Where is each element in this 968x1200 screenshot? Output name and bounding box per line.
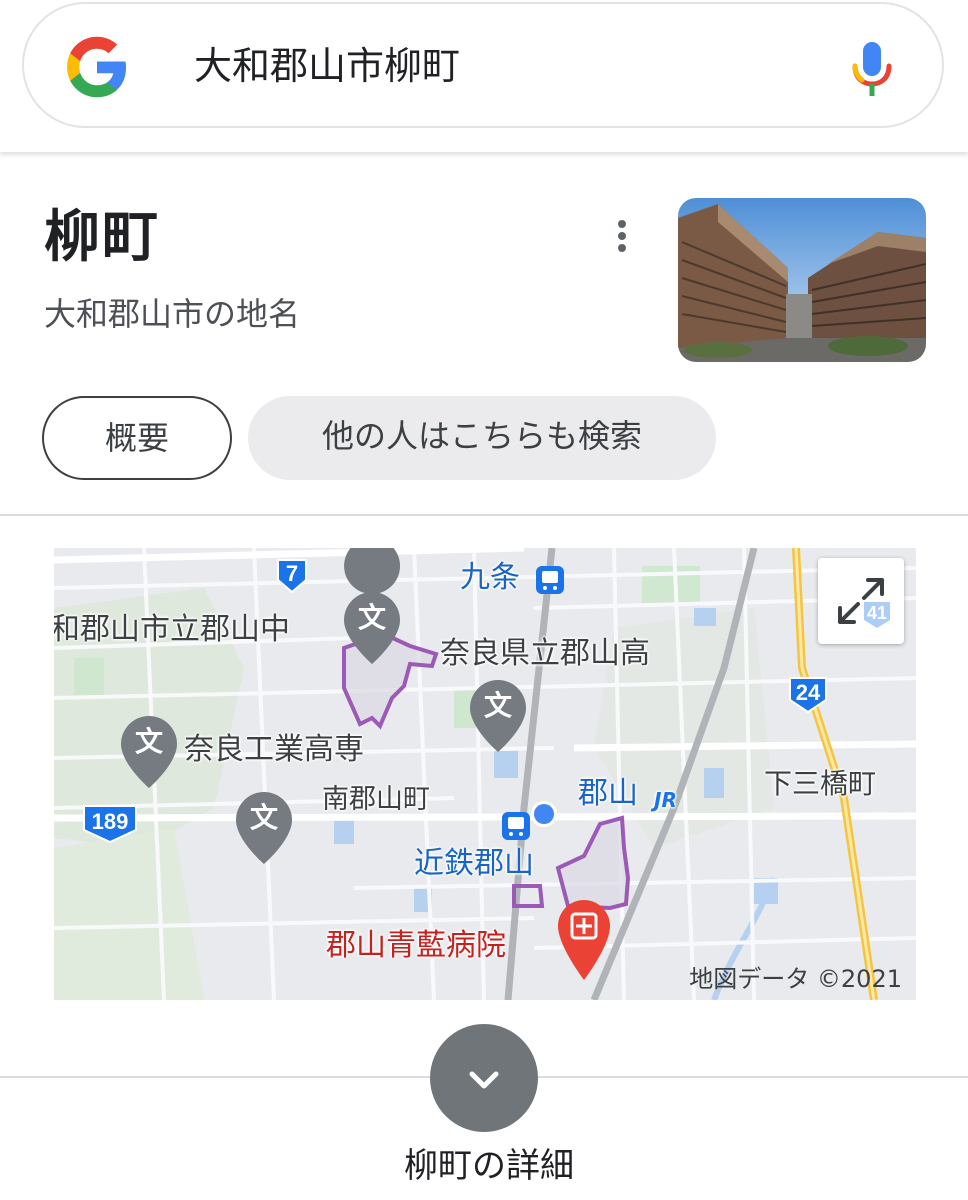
map-label-kintetsu-koriyama[interactable]: 近鉄郡山: [414, 846, 534, 882]
map-view[interactable]: 文 文 文 文 7 24 189 九条 和郡山市立郡山中 奈良県立郡山高 奈良工…: [54, 548, 916, 1000]
section-divider: [0, 514, 968, 516]
microphone-icon[interactable]: [850, 40, 894, 98]
school-pin-icon[interactable]: 文: [135, 724, 163, 760]
route-shield-7: 7: [276, 558, 308, 594]
route-shield-24: 24: [788, 676, 828, 714]
chip-overview[interactable]: 概要: [42, 396, 232, 480]
school-pin-icon[interactable]: 文: [358, 600, 386, 636]
entity-subtitle: 大和郡山市の地名: [44, 295, 301, 333]
route-shield-189: 189: [82, 804, 138, 844]
jr-station-icon[interactable]: JR: [654, 782, 677, 818]
chip-people-also-search[interactable]: 他の人はこちらも検索: [248, 396, 716, 480]
route-shield-41: 41: [862, 600, 892, 630]
map-label-kujo-station[interactable]: 九条: [460, 560, 520, 596]
expand-details-button[interactable]: [430, 1024, 538, 1132]
details-label[interactable]: 柳町の詳細: [0, 1144, 968, 1188]
school-pin-icon[interactable]: 文: [484, 688, 512, 724]
entity-photo[interactable]: [678, 198, 926, 362]
map-label-hospital[interactable]: 郡山青藍病院: [326, 928, 506, 964]
school-pin-icon[interactable]: 文: [250, 800, 278, 836]
entity-title: 柳町: [44, 205, 160, 270]
chevron-down-icon: [469, 1071, 499, 1089]
map-label-koriyama-junior-high[interactable]: 和郡山市立郡山中: [54, 612, 290, 648]
map-label-koriyama-station[interactable]: 郡山: [578, 776, 638, 812]
search-header: 大和郡山市柳町: [0, 0, 968, 152]
map-label-nara-kosen[interactable]: 奈良工業高専: [184, 732, 364, 768]
apartment-buildings-photo: [678, 198, 926, 362]
map-label-koriyama-high-school[interactable]: 奈良県立郡山高: [440, 636, 650, 672]
map-attribution: 地図データ ©2021: [689, 965, 902, 993]
map-label-minami-koriyama: 南郡山町: [322, 784, 430, 815]
search-box[interactable]: 大和郡山市柳町: [22, 2, 944, 128]
fullscreen-map-button[interactable]: 41: [818, 558, 904, 644]
search-query[interactable]: 大和郡山市柳町: [194, 38, 460, 94]
map-label-shimo-sankyo: 下三橋町: [764, 767, 877, 800]
google-logo-icon: [67, 36, 127, 98]
more-options-icon[interactable]: [604, 214, 640, 258]
